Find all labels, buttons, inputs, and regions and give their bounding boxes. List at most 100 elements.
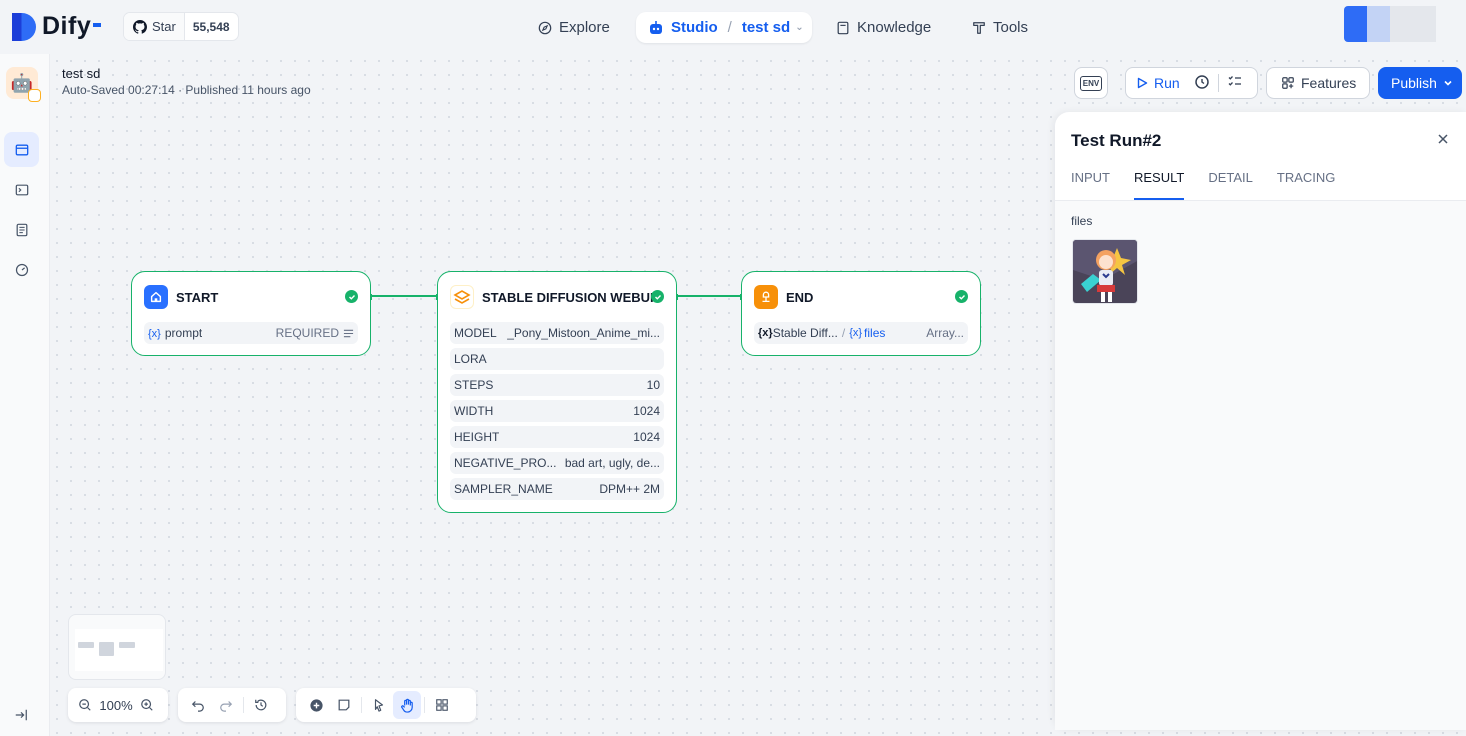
organize-nodes-button[interactable] xyxy=(428,691,456,719)
pointer-mode-button[interactable] xyxy=(365,691,393,719)
features-button[interactable]: Features xyxy=(1266,67,1370,99)
checklist-icon xyxy=(1228,75,1241,86)
node-title: END xyxy=(786,289,814,305)
result-content: files xyxy=(1055,200,1466,730)
add-note-button[interactable] xyxy=(330,691,358,719)
variable-icon: {x} xyxy=(148,328,161,340)
source-node-name: Stable Diff... xyxy=(772,326,838,340)
github-star-label: Star xyxy=(152,19,176,34)
flag-icon xyxy=(754,285,778,309)
chevron-down-icon xyxy=(1444,80,1452,86)
workflow-badge-icon xyxy=(28,89,41,102)
end-output-variable-row: {x} Stable Diff... / {x} files Array... xyxy=(754,322,968,344)
stable-diffusion-logo-icon xyxy=(450,285,474,309)
env-icon: ENV xyxy=(1079,75,1103,91)
node-start[interactable]: START {x} prompt REQUIRED xyxy=(131,271,372,356)
version-history-button[interactable] xyxy=(247,691,275,719)
node-stable-diffusion[interactable]: STABLE DIFFUSION WEBUI MODEL _Pony_Misto… xyxy=(436,271,678,513)
minimap[interactable] xyxy=(68,614,166,680)
zoom-controls: 100% xyxy=(68,688,168,722)
zoom-level[interactable]: 100% xyxy=(96,698,136,713)
zoom-in-button[interactable] xyxy=(136,691,158,719)
app-avatar[interactable]: 🤖 xyxy=(6,67,41,102)
sticky-note-icon xyxy=(338,699,350,711)
start-variable-row: {x} prompt REQUIRED xyxy=(144,322,358,344)
param-row-sampler-name: SAMPLER_NAME DPM++ 2M xyxy=(450,478,664,500)
output-variable-name: files xyxy=(864,326,886,340)
env-variables-button[interactable]: ENV xyxy=(1074,67,1108,99)
nav-tools[interactable]: Tools xyxy=(972,12,1028,43)
node-title: STABLE DIFFUSION WEBUI xyxy=(482,289,654,305)
sidebar-item-logs[interactable] xyxy=(4,212,39,247)
run-button[interactable]: Run xyxy=(1136,75,1180,91)
zoom-out-icon xyxy=(79,699,91,711)
zoom-out-button[interactable] xyxy=(74,691,96,719)
dify-logo[interactable]: Dify xyxy=(12,12,102,41)
variable-name: prompt xyxy=(164,326,203,340)
sidebar-item-monitoring[interactable] xyxy=(4,252,39,287)
brand-name: Dify xyxy=(42,12,92,40)
tab-detail[interactable]: DETAIL xyxy=(1208,170,1253,200)
success-check-icon xyxy=(955,290,968,303)
add-node-button[interactable] xyxy=(302,691,330,719)
generated-image-thumbnail[interactable] xyxy=(1072,239,1138,304)
top-navigation-bar: Dify Star 55,548 Explore Studio / test s… xyxy=(0,0,1466,54)
compass-icon xyxy=(538,21,552,34)
account-avatar[interactable] xyxy=(1344,6,1436,42)
tab-tracing[interactable]: TRACING xyxy=(1277,170,1336,200)
files-label: files xyxy=(1071,214,1093,228)
close-panel-button[interactable] xyxy=(1437,132,1449,150)
dify-logo-mark xyxy=(12,12,36,41)
history-clock-icon xyxy=(1194,74,1209,89)
redo-icon xyxy=(220,701,233,712)
robot-icon xyxy=(650,20,662,34)
publish-button[interactable]: Publish xyxy=(1378,67,1462,99)
app-title: test sd xyxy=(62,66,101,81)
success-check-icon xyxy=(651,290,664,303)
expand-sidebar-button[interactable] xyxy=(14,708,28,727)
required-label: REQUIRED xyxy=(275,326,339,340)
github-star-button[interactable]: Star 55,548 xyxy=(123,12,239,41)
current-app-switcher[interactable]: test sd xyxy=(742,19,790,36)
tab-input[interactable]: INPUT xyxy=(1071,170,1110,200)
node-end[interactable]: END {x} Stable Diff... / {x} files Array… xyxy=(740,271,981,356)
success-check-icon xyxy=(345,290,358,303)
param-row-width: WIDTH 1024 xyxy=(450,400,664,422)
document-list-icon xyxy=(16,223,27,236)
test-run-panel: Test Run#2 INPUT RESULT DETAIL TRACING f… xyxy=(1055,112,1466,730)
redo-button[interactable] xyxy=(212,691,240,719)
nav-studio[interactable]: Studio / test sd ⌄ xyxy=(636,12,812,43)
checklist-button[interactable] xyxy=(1227,74,1243,93)
github-icon xyxy=(133,19,147,34)
history-icon xyxy=(255,699,267,711)
plus-circle-icon xyxy=(309,698,323,712)
home-icon xyxy=(144,285,168,309)
nav-studio-label: Studio xyxy=(671,19,718,36)
panel-title: Test Run#2 xyxy=(1071,131,1162,150)
undo-button[interactable] xyxy=(184,691,212,719)
run-history-button[interactable] xyxy=(1194,74,1210,93)
result-tabs: INPUT RESULT DETAIL TRACING xyxy=(1071,170,1359,200)
hand-mode-button[interactable] xyxy=(393,691,421,719)
nav-knowledge[interactable]: Knowledge xyxy=(836,12,931,43)
output-handle[interactable] xyxy=(370,294,372,300)
terminal-icon xyxy=(15,184,28,195)
tab-result[interactable]: RESULT xyxy=(1134,170,1185,200)
expand-icon xyxy=(15,709,27,721)
canvas-tools xyxy=(296,688,476,722)
param-row-height: HEIGHT 1024 xyxy=(450,426,664,448)
zoom-in-icon xyxy=(141,699,153,711)
edge-sd-to-end[interactable] xyxy=(678,295,741,297)
left-sidebar: 🤖 xyxy=(0,54,50,736)
sidebar-item-api[interactable] xyxy=(4,172,39,207)
nav-explore[interactable]: Explore xyxy=(538,12,610,43)
history-controls xyxy=(178,688,286,722)
grid-plus-icon xyxy=(1282,77,1294,89)
edge-start-to-sd[interactable] xyxy=(372,295,437,297)
run-button-group: Run xyxy=(1125,67,1258,99)
node-title: START xyxy=(176,289,219,305)
sidebar-item-orchestrate[interactable] xyxy=(4,132,39,167)
variable-icon: {x} xyxy=(758,327,773,339)
output-handle[interactable] xyxy=(676,294,678,300)
window-icon xyxy=(15,144,28,155)
